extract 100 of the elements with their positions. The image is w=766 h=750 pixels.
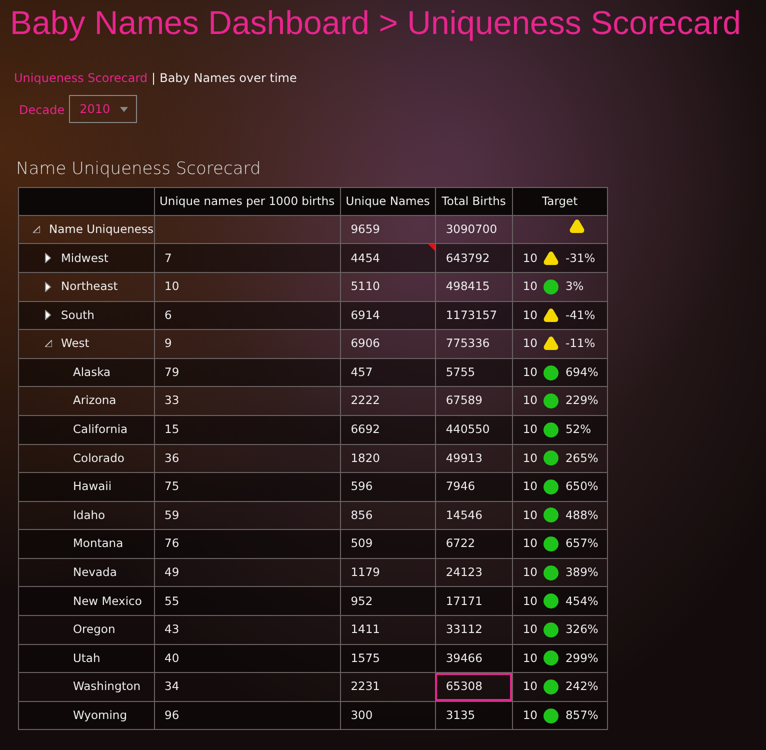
nav-separator: | xyxy=(152,70,156,88)
expanded-arrow-icon[interactable] xyxy=(32,226,40,234)
percent-value: 650% xyxy=(565,478,598,496)
table-cell: 300 xyxy=(340,701,436,730)
table-cell[interactable]: 33112 xyxy=(435,616,512,644)
target-value: 10 xyxy=(522,306,538,324)
target-value: 10 xyxy=(522,364,538,381)
table-cell: 1411 xyxy=(340,616,436,644)
target-value: 10 xyxy=(522,392,538,410)
row-label: Arizona xyxy=(73,392,116,410)
column-header: Total Births xyxy=(435,187,512,216)
table-cell: 9 xyxy=(154,330,340,358)
table-cell: 6906 xyxy=(340,330,436,358)
table-cell: 10 xyxy=(154,272,340,302)
table-cell[interactable]: 3135 xyxy=(435,701,512,730)
table-cell[interactable]: 6722 xyxy=(435,530,512,558)
target-value: 10 xyxy=(522,535,538,552)
row-label: California xyxy=(73,421,128,438)
row-label: Hawaii xyxy=(73,478,112,496)
row-label: Washington xyxy=(73,678,141,696)
collapsed-arrow-icon[interactable] xyxy=(45,253,51,264)
column-header: Unique Names xyxy=(340,187,436,216)
table-cell: 49 xyxy=(154,558,340,587)
table-cell[interactable]: 14546 xyxy=(435,501,512,530)
target-value: 10 xyxy=(522,421,538,438)
collapsed-arrow-icon[interactable] xyxy=(45,310,51,320)
table-cell: 15 xyxy=(154,415,340,444)
table-cell: 1820 xyxy=(340,444,436,473)
table-cell: 2222 xyxy=(340,386,436,416)
table-cell[interactable]: 498415 xyxy=(435,272,512,302)
table-cell: 43 xyxy=(154,616,340,644)
table-cell: 9659 xyxy=(340,215,436,244)
table-cell[interactable]: 24123 xyxy=(435,558,512,587)
table-cell: 5110 xyxy=(340,272,436,302)
row-label: Idaho xyxy=(73,506,106,524)
table-cell: 79 xyxy=(154,358,340,387)
target-value: 10 xyxy=(522,650,538,667)
table-cell[interactable]: 67589 xyxy=(435,386,512,416)
percent-value: 242% xyxy=(565,678,598,696)
row-label: Alaska xyxy=(73,364,111,381)
percent-value: 657% xyxy=(565,535,598,552)
table-cell[interactable]: 643792 xyxy=(435,244,512,272)
table-cell: 856 xyxy=(340,501,436,530)
row-label: Northeast xyxy=(61,278,118,296)
table-cell[interactable]: 39466 xyxy=(435,644,512,673)
percent-value: 488% xyxy=(565,506,598,524)
percent-value: 389% xyxy=(565,564,598,582)
target-value: 10 xyxy=(522,707,538,724)
row-label: Midwest xyxy=(61,250,108,267)
collapsed-arrow-icon[interactable] xyxy=(45,282,51,292)
column-header: Target xyxy=(512,187,608,216)
table-cell: 952 xyxy=(340,586,436,616)
table-cell[interactable]: 65308 xyxy=(435,672,512,702)
target-value: 10 xyxy=(522,506,538,524)
table-cell: 55 xyxy=(154,586,340,616)
table-cell[interactable]: 7946 xyxy=(435,472,512,502)
percent-value: 52% xyxy=(565,421,592,438)
expanded-arrow-icon[interactable] xyxy=(44,340,52,348)
table-cell[interactable]: 440550 xyxy=(435,415,512,444)
row-label: Oregon xyxy=(73,621,116,638)
table-cell: 596 xyxy=(340,472,436,502)
table-cell: 76 xyxy=(154,530,340,558)
section-title: Name Uniqueness Scorecard xyxy=(16,158,262,182)
target-value: 10 xyxy=(522,450,538,467)
percent-value: 265% xyxy=(565,450,598,467)
nav-link-item[interactable]: Baby Names over time xyxy=(160,69,297,88)
table-cell: 6 xyxy=(154,301,340,330)
percent-value: 857% xyxy=(565,707,598,724)
table-cell[interactable]: 49913 xyxy=(435,444,512,473)
target-value: 10 xyxy=(522,335,538,352)
row-label: New Mexico xyxy=(73,592,142,610)
row-label: Utah xyxy=(73,650,100,667)
table-cell[interactable]: 17171 xyxy=(435,586,512,616)
table-cell: 59 xyxy=(154,501,340,530)
row-label: Name Uniqueness xyxy=(49,220,154,238)
percent-value: 326% xyxy=(565,621,598,638)
percent-value: -11% xyxy=(565,335,596,352)
table-cell[interactable]: 5755 xyxy=(435,358,512,387)
table-cell[interactable]: 775336 xyxy=(435,330,512,358)
target-value: 10 xyxy=(522,278,538,296)
table-cell: 6914 xyxy=(340,301,436,330)
table-cell[interactable]: 3090700 xyxy=(435,215,512,244)
table-cell[interactable]: 1173157 xyxy=(435,301,512,330)
table-cell: 33 xyxy=(154,386,340,416)
row-label: South xyxy=(61,306,94,324)
target-value: 10 xyxy=(522,564,538,582)
table-cell: 40 xyxy=(154,644,340,673)
row-label: Nevada xyxy=(73,564,117,582)
column-header: Unique names per 1000 births xyxy=(154,187,340,216)
percent-value: -31% xyxy=(565,250,596,267)
target-value: 10 xyxy=(522,678,538,696)
page-title: Baby Names Dashboard > Uniqueness Scorecard xyxy=(10,3,742,43)
caret-icon xyxy=(120,106,128,112)
percent-value: 229% xyxy=(565,392,598,410)
target-value: 10 xyxy=(522,250,538,267)
row-label: West xyxy=(61,335,90,352)
percent-value: 299% xyxy=(565,650,598,667)
row-label: Montana xyxy=(73,535,124,552)
percent-value: -41% xyxy=(565,306,596,324)
target-value: 10 xyxy=(522,621,538,638)
